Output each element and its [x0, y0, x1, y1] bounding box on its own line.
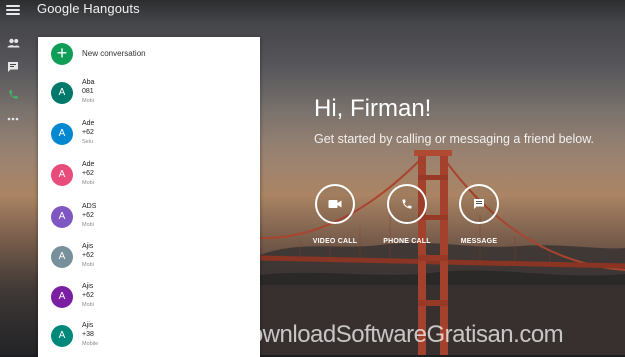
contact-name: Ade: [82, 120, 95, 127]
video-camera-icon: [328, 200, 342, 208]
contact-name: Ajis: [82, 322, 94, 329]
app-title: Google Hangouts: [37, 1, 140, 16]
avatar: A: [51, 325, 73, 347]
contact-item[interactable]: A Ajis +62 Mobi: [38, 239, 260, 279]
contact-item[interactable]: A ADS +62 Mobi: [38, 199, 260, 239]
contact-phone-type: Mobi: [82, 98, 94, 104]
contact-phone: +62: [82, 170, 94, 177]
message-label: MESSAGE: [460, 238, 498, 245]
avatar: A: [51, 246, 73, 268]
contact-name: Ajis: [82, 243, 94, 250]
contact-phone-type: Mobi: [82, 262, 94, 268]
plus-icon: +: [51, 43, 73, 65]
new-conversation-label: New conversation: [82, 49, 146, 58]
more-icon[interactable]: [4, 110, 22, 128]
contact-name: Aba: [82, 79, 95, 86]
contact-phone-type: Mobi: [82, 222, 94, 228]
menu-icon[interactable]: [6, 3, 20, 15]
contact-phone-type: Selu: [82, 139, 94, 145]
phone-icon: [402, 199, 412, 209]
avatar: A: [51, 82, 73, 104]
video-call-button[interactable]: VIDEO CALL: [300, 184, 370, 245]
contact-item[interactable]: A Ade +62 Selu: [38, 116, 260, 156]
contact-phone: +62: [82, 212, 94, 219]
watermark-text: DownloadSoftwareGratisan.com: [233, 321, 564, 348]
contact-phone-type: Mobi: [82, 180, 94, 186]
contact-name: ADS: [82, 203, 97, 210]
contact-phone: +38: [82, 331, 94, 338]
avatar: A: [51, 206, 73, 228]
contact-name: Ajis: [82, 283, 94, 290]
contact-phone-type: Mobi: [82, 302, 94, 308]
chat-icon[interactable]: [4, 58, 22, 76]
message-button[interactable]: MESSAGE: [444, 184, 514, 245]
contact-phone: +62: [82, 129, 94, 136]
message-icon: [474, 199, 484, 209]
avatar: A: [51, 164, 73, 186]
greeting-title: Hi, Firman!: [314, 95, 432, 122]
avatar: A: [51, 123, 73, 145]
greeting-subtext: Get started by calling or messaging a fr…: [314, 132, 595, 146]
phone-icon[interactable]: [4, 85, 22, 103]
contact-phone: +62: [82, 292, 94, 299]
video-call-label: VIDEO CALL: [312, 238, 358, 245]
contact-phone-type: Mobile: [82, 341, 99, 347]
contact-item[interactable]: A Ajis +38 Mobile: [38, 318, 260, 357]
contact-phone: 081: [82, 88, 94, 95]
avatar: A: [51, 286, 73, 308]
phone-call-button[interactable]: PHONE CALL: [372, 184, 442, 245]
new-conversation-button[interactable]: + New conversation: [38, 37, 260, 71]
contacts-panel: + New conversation A Aba 081 Mobi A Ade …: [38, 37, 260, 357]
contact-phone: +62: [82, 252, 94, 259]
contacts-icon[interactable]: [4, 34, 22, 52]
contact-name: Ade: [82, 161, 95, 168]
phone-call-label: PHONE CALL: [383, 238, 431, 245]
contact-item[interactable]: A Aba 081 Mobi: [38, 75, 260, 115]
contact-item[interactable]: A Ajis +62 Mobi: [38, 279, 260, 319]
contact-item[interactable]: A Ade +62 Mobi: [38, 157, 260, 197]
